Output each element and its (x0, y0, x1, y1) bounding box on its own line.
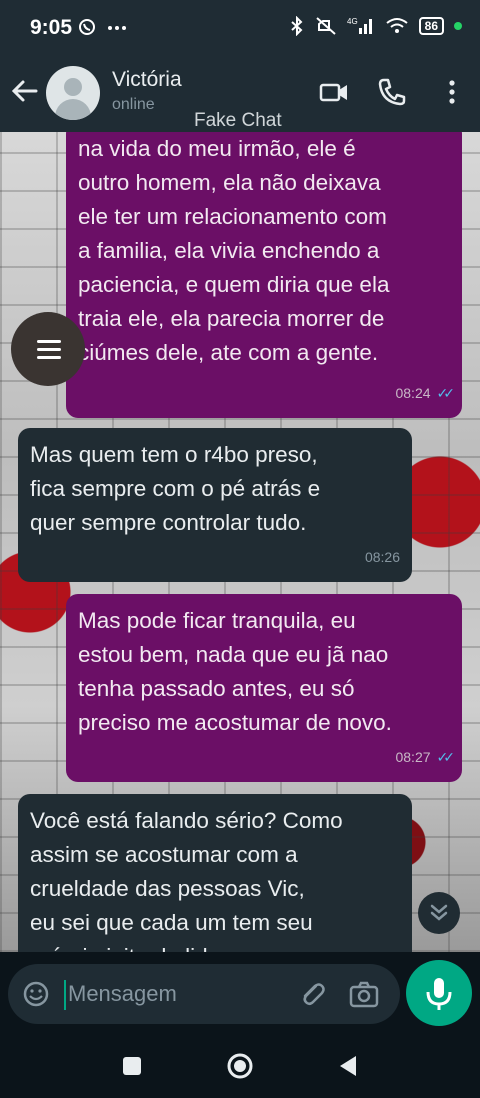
message-input[interactable]: Mensagem (8, 964, 400, 1024)
text-caret (64, 980, 66, 1010)
message-composer: Mensagem (0, 952, 480, 1034)
message-line: Mas pode ficar tranquila, eu (78, 608, 356, 633)
avatar[interactable] (46, 66, 100, 120)
mic-button[interactable] (406, 960, 472, 1026)
contact-name[interactable]: Victória (112, 68, 182, 92)
message-line: a familia, ela vivia enchendo a (78, 238, 380, 263)
message-line: ele ter um relacionamento com (78, 204, 387, 229)
bluetooth-icon (290, 16, 303, 36)
message-time: 08:24 (395, 385, 431, 401)
message-line: traia ele, ela parecia morrer de (78, 306, 385, 331)
read-ticks-icon: ✓✓ (436, 749, 456, 765)
message-line: paciencia, e quem diria que ela (78, 272, 390, 297)
message-bubble-incoming[interactable]: Você está falando sério? Como assim se a… (18, 794, 412, 952)
back-arrow-icon[interactable] (10, 76, 40, 106)
camera-icon[interactable] (348, 978, 380, 1010)
scroll-down-button[interactable] (418, 892, 460, 934)
message-line: estou bem, nada que eu jã nao (78, 642, 389, 667)
message-line: tenha passado antes, eu só (78, 676, 355, 701)
watermark-text: Fake Chat (194, 110, 282, 131)
message-time: 08:27 (395, 749, 431, 765)
message-line: crueldade das pessoas Vic, (30, 876, 305, 901)
message-line: assim se acostumar com a (30, 842, 298, 867)
message-placeholder: Mensagem (68, 981, 177, 1006)
double-chevron-down-icon (430, 904, 448, 921)
svg-text:4G: 4G (347, 17, 358, 26)
microphone-icon (426, 978, 452, 1010)
notification-icons (78, 18, 128, 41)
signal-4g-icon: 4G (347, 17, 372, 34)
message-meta: 08:27 ✓✓ (395, 740, 456, 774)
wifi-icon (386, 18, 408, 33)
status-right-icons: 4G 86 (289, 16, 462, 36)
message-bubble-outgoing[interactable]: Mas pode ficar tranquila, eu estou bem, … (66, 594, 462, 782)
message-line: Você está falando sério? Como (30, 808, 343, 833)
menu-fab-button[interactable] (11, 312, 85, 386)
read-ticks-icon: ✓✓ (436, 385, 456, 401)
message-line: eu sei que cada um tem seu (30, 910, 313, 935)
message-bubble-incoming[interactable]: Mas quem tem o r4bo preso, fica sempre c… (18, 428, 412, 582)
message-line: preciso me acostumar de novo. (78, 710, 392, 735)
contact-status: online (112, 96, 155, 113)
battery-icon: 86 (418, 17, 444, 35)
chat-header: Victória online Fake Chat (0, 58, 480, 132)
message-line: na vida do meu irmão, ele é (78, 136, 356, 161)
message-time: 08:26 (364, 549, 400, 565)
mute-icon (315, 17, 336, 35)
message-line: quer sempre controlar tudo. (30, 510, 307, 535)
status-bar: 9:05 4G 86 (0, 0, 480, 58)
attach-icon[interactable] (296, 978, 328, 1010)
message-line: fica sempre com o pé atrás e (30, 476, 321, 501)
message-meta: 08:24 ✓✓ (395, 376, 456, 410)
message-line: Mas quem tem o r4bo preso, (30, 442, 318, 467)
recents-square-icon[interactable] (118, 1052, 146, 1080)
privacy-indicator (454, 22, 462, 30)
message-meta: 08:26 (365, 540, 400, 574)
whatsapp-icon (79, 19, 95, 35)
more-dots-icon (108, 26, 127, 30)
more-vertical-icon[interactable] (436, 76, 468, 108)
system-nav-bar (0, 1034, 480, 1098)
status-time: 9:05 (30, 16, 73, 39)
home-circle-icon[interactable] (226, 1052, 254, 1080)
chat-area[interactable]: na vida do meu irmão, ele é outro homem,… (0, 132, 480, 952)
message-line: próprio jeito de lidar com (30, 940, 400, 952)
phone-icon[interactable] (376, 76, 408, 108)
message-line: outro homem, ela não deixava (78, 170, 381, 195)
back-triangle-icon[interactable] (334, 1052, 362, 1080)
emoji-icon[interactable] (22, 980, 50, 1008)
video-call-icon[interactable] (318, 76, 350, 108)
message-line: ciúmes dele, ate com a gente. (78, 340, 379, 365)
message-bubble-outgoing[interactable]: na vida do meu irmão, ele é outro homem,… (66, 132, 462, 418)
